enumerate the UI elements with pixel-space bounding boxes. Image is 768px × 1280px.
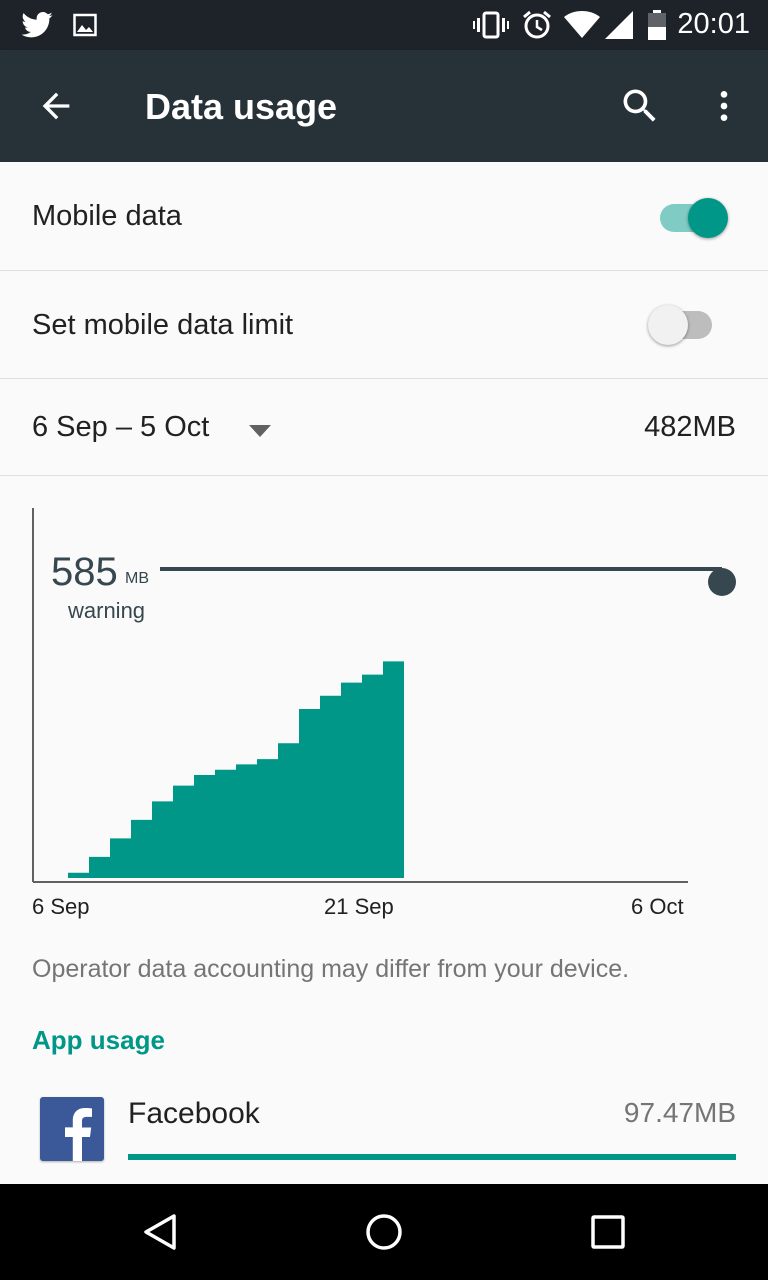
data-limit-row[interactable]: Set mobile data limit bbox=[0, 271, 768, 379]
search-button[interactable] bbox=[612, 78, 668, 134]
battery-icon bbox=[646, 10, 668, 40]
mobile-data-row[interactable]: Mobile data bbox=[0, 162, 768, 271]
more-vert-icon bbox=[720, 91, 728, 121]
mobile-data-label: Mobile data bbox=[32, 200, 182, 232]
cycle-dropdown[interactable]: 6 Sep – 5 Oct bbox=[32, 411, 272, 445]
app-usage-bar bbox=[128, 1154, 736, 1160]
x-tick-label: 6 Sep bbox=[32, 894, 90, 919]
app-amount: 97.47MB bbox=[623, 1097, 736, 1128]
usage-area bbox=[68, 661, 404, 878]
cycle-total: 482MB bbox=[644, 411, 736, 443]
usage-chart: 585 MB warning 6 Sep 21 Sep 6 Oct bbox=[0, 490, 768, 930]
mobile-data-switch[interactable] bbox=[650, 194, 734, 242]
back-nav-button[interactable] bbox=[130, 1202, 190, 1262]
gallery-icon bbox=[72, 10, 98, 40]
status-bar: 20:01 bbox=[0, 0, 768, 50]
back-button[interactable] bbox=[28, 78, 84, 134]
app-name: Facebook bbox=[128, 1097, 260, 1130]
navigation-bar bbox=[0, 1184, 768, 1280]
data-limit-switch[interactable] bbox=[646, 301, 730, 349]
nav-home-icon bbox=[366, 1214, 402, 1250]
page-title: Data usage bbox=[145, 86, 338, 127]
cycle-row: 6 Sep – 5 Oct 482MB bbox=[0, 379, 768, 476]
warning-value: 585 bbox=[51, 550, 118, 594]
facebook-icon bbox=[40, 1097, 104, 1161]
twitter-icon bbox=[20, 10, 54, 40]
nav-recents-icon bbox=[591, 1215, 625, 1249]
signal-icon bbox=[604, 10, 634, 40]
x-tick-label: 21 Sep bbox=[324, 894, 394, 919]
cycle-range: 6 Sep – 5 Oct bbox=[32, 411, 210, 443]
warning-label: warning bbox=[68, 598, 146, 623]
app-usage-item[interactable]: Facebook 97.47MB bbox=[0, 1080, 768, 1184]
data-limit-label: Set mobile data limit bbox=[32, 309, 294, 341]
chevron-down-icon bbox=[249, 412, 272, 445]
operator-note: Operator data accounting may differ from… bbox=[32, 955, 630, 983]
app-usage-header: App usage bbox=[32, 1025, 165, 1055]
app-usage-bar-fill bbox=[128, 1154, 736, 1160]
recents-nav-button[interactable] bbox=[578, 1202, 638, 1262]
x-tick-label: 6 Oct bbox=[631, 894, 684, 919]
switch-thumb bbox=[688, 198, 728, 238]
warning-handle[interactable] bbox=[708, 568, 736, 596]
home-nav-button[interactable] bbox=[354, 1202, 414, 1262]
vibrate-icon bbox=[472, 10, 510, 40]
switch-thumb bbox=[648, 305, 688, 345]
wifi-icon bbox=[564, 10, 600, 40]
status-clock: 20:01 bbox=[677, 8, 750, 40]
search-icon bbox=[623, 89, 656, 122]
alarm-icon bbox=[522, 10, 552, 40]
arrow-back-icon bbox=[42, 92, 70, 120]
app-bar: Data usage bbox=[0, 50, 768, 162]
warning-unit: MB bbox=[125, 570, 149, 587]
nav-back-icon bbox=[144, 1214, 176, 1250]
overflow-menu-button[interactable] bbox=[696, 78, 752, 134]
